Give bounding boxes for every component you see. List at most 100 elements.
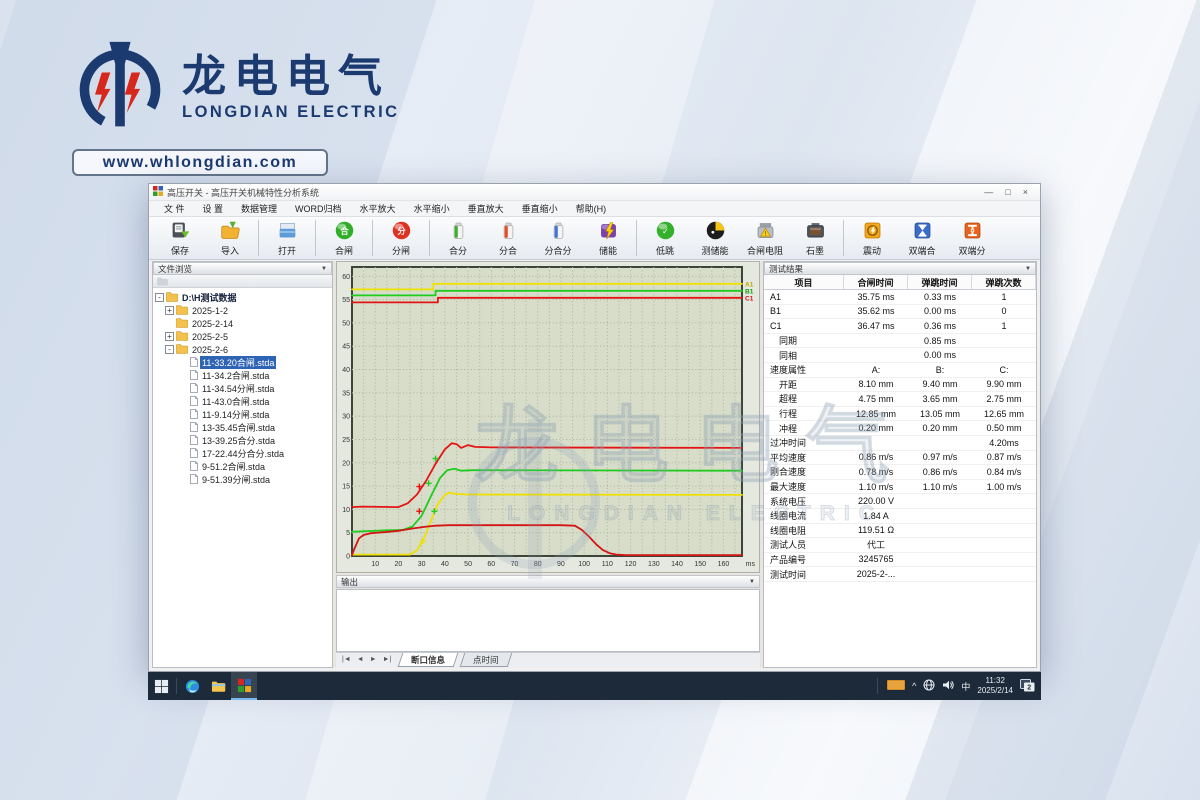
toolbar-button-coc[interactable]: 分合分 xyxy=(533,218,583,258)
toolbar-button-dual-open[interactable]: 双端分 xyxy=(947,218,997,258)
collapse-arrow-icon[interactable]: ▼ xyxy=(321,266,327,272)
tree-toggle-icon[interactable]: + xyxy=(165,306,174,315)
volume-icon[interactable] xyxy=(942,679,954,693)
tab-first-button[interactable]: |◄ xyxy=(339,653,354,663)
output-header[interactable]: 输出 ▼ xyxy=(336,575,760,588)
edge-browser-button[interactable] xyxy=(179,672,205,700)
menu-item-0[interactable]: 文 件 xyxy=(155,202,194,215)
tree-item-label: 9-51.39分闸.stda xyxy=(200,473,272,486)
menu-item-8[interactable]: 帮助(H) xyxy=(567,202,616,215)
tree-toggle-icon xyxy=(179,358,188,367)
toolbar-button-oc[interactable]: 分合 xyxy=(483,218,533,258)
results-cell: 9.40 mm xyxy=(908,379,972,389)
results-row: 系统电压220.00 V xyxy=(764,494,1036,509)
results-row-label: 同相 xyxy=(764,349,844,362)
tray-app-icon[interactable] xyxy=(887,680,905,692)
toolbar-button-graphite[interactable]: 石墨 xyxy=(790,218,840,258)
tree-folder-item[interactable]: +2025-2-5 xyxy=(155,330,330,343)
tree-folder-item[interactable]: 2025-2-14 xyxy=(155,317,330,330)
toolbar-button-label: 测储能 xyxy=(701,244,728,257)
svg-text:B1: B1 xyxy=(745,288,754,295)
results-row-label: 系统电压 xyxy=(764,495,844,508)
tree-file-item[interactable]: 11-34.54分闸.stda xyxy=(155,382,330,395)
tree-file-item[interactable]: 9-51.39分闸.stda xyxy=(155,473,330,486)
tab-next-button[interactable]: ► xyxy=(367,653,380,663)
toolbar-button-import[interactable]: 导入 xyxy=(205,218,255,258)
toolbar-button-vibration[interactable]: 震动 xyxy=(847,218,897,258)
menu-item-6[interactable]: 垂直放大 xyxy=(459,202,513,215)
tree-file-item[interactable]: 11-43.0合闸.stda xyxy=(155,395,330,408)
hidden-icons-chevron[interactable]: ^ xyxy=(912,681,916,691)
network-icon[interactable] xyxy=(923,679,935,693)
energy-icon xyxy=(598,220,619,243)
svg-text:150: 150 xyxy=(694,561,706,568)
tree-file-item[interactable]: 17-22.44分合分.stda xyxy=(155,447,330,460)
taskbar-clock[interactable]: 11:32 2025/2/14 xyxy=(977,676,1013,695)
menu-item-4[interactable]: 水平放大 xyxy=(351,202,405,215)
close-button[interactable]: × xyxy=(1023,187,1028,197)
menu-item-3[interactable]: WORD归档 xyxy=(286,202,351,215)
toolbar-button-co[interactable]: 合分 xyxy=(433,218,483,258)
toolbar-button-trip-op[interactable]: 分分闸 xyxy=(376,218,426,258)
tree-root-item[interactable]: -D:\H测试数据 xyxy=(155,291,330,304)
results-cell: 0.20 mm xyxy=(908,423,972,433)
tree-file-item[interactable]: 11-33.20合闸.stda xyxy=(155,356,330,369)
tab-prev-button[interactable]: ◄ xyxy=(354,653,367,663)
tree-toggle-icon[interactable]: - xyxy=(155,293,164,302)
file-browser-header[interactable]: 文件浏览 ▼ xyxy=(153,262,332,275)
tree-toggle-icon[interactable]: - xyxy=(165,345,174,354)
tree-file-item[interactable]: 9-51.2合闸.stda xyxy=(155,460,330,473)
menu-item-2[interactable]: 数据管理 xyxy=(232,202,286,215)
tree-folder-item[interactable]: +2025-1-2 xyxy=(155,304,330,317)
tree-file-item[interactable]: 13-39.25合分.stda xyxy=(155,434,330,447)
notification-center-icon[interactable]: 2 xyxy=(1020,679,1035,694)
results-cell: 0.20 mm xyxy=(844,423,908,433)
tree-file-item[interactable]: 11-9.14分闸.stda xyxy=(155,408,330,421)
tree-file-item[interactable]: 13-35.45合闸.stda xyxy=(155,421,330,434)
dual-close-icon xyxy=(912,220,933,243)
tree-item-label: 13-39.25合分.stda xyxy=(200,434,277,447)
tree-toggle-icon xyxy=(179,410,188,419)
collapse-arrow-icon[interactable]: ▼ xyxy=(1025,266,1031,272)
results-row: C136.47 ms0.36 ms1 xyxy=(764,319,1036,334)
results-cell: 12.85 mm xyxy=(844,409,908,419)
taskbar-divider xyxy=(176,678,177,694)
output-textarea[interactable] xyxy=(336,589,760,652)
menu-item-1[interactable]: 设 置 xyxy=(194,202,233,215)
toolbar-button-measure-energy[interactable]: 测储能 xyxy=(690,218,740,258)
results-row-label: C1 xyxy=(764,321,844,331)
tab-break-info[interactable]: 断口信息 xyxy=(398,653,459,667)
results-header[interactable]: 测试结果 ▼ xyxy=(764,262,1036,275)
file-explorer-button[interactable] xyxy=(205,672,231,700)
toolbar-button-resistor[interactable]: !合闸电阻 xyxy=(740,218,790,258)
ime-indicator[interactable]: 中 xyxy=(961,680,970,693)
taskbar: ^ 中 11:32 2025/2/14 2 xyxy=(148,672,1041,700)
maximize-button[interactable]: □ xyxy=(1005,187,1010,197)
menu-item-5[interactable]: 水平缩小 xyxy=(405,202,459,215)
tree-folder-item[interactable]: -2025-2-6 xyxy=(155,343,330,356)
file-icon xyxy=(190,448,200,460)
results-row: 测试人员代工 xyxy=(764,538,1036,553)
toolbar-button-energy[interactable]: 储能 xyxy=(583,218,633,258)
toolbar-button-save[interactable]: 保存 xyxy=(155,218,205,258)
resistor-icon: ! xyxy=(755,220,776,243)
menu-item-7[interactable]: 垂直缩小 xyxy=(513,202,567,215)
oc-icon xyxy=(498,220,519,243)
toolbar-button-dual-close[interactable]: 双端合 xyxy=(897,218,947,258)
toolbar-button-close-op[interactable]: 合合闸 xyxy=(319,218,369,258)
file-icon xyxy=(190,409,200,421)
tab-last-button[interactable]: ►| xyxy=(380,653,395,663)
toolbar-button-lowtrip[interactable]: ✓低跳 xyxy=(640,218,690,258)
tab-point-time[interactable]: 点时间 xyxy=(460,653,512,667)
minimize-button[interactable]: — xyxy=(984,187,993,197)
results-cell: 36.47 ms xyxy=(844,321,908,331)
svg-text:15: 15 xyxy=(342,484,350,491)
tree-toggle-icon[interactable]: + xyxy=(165,332,174,341)
analysis-app-taskbar-button[interactable] xyxy=(231,672,257,700)
window-titlebar[interactable]: 高压开关 - 高压开关机械特性分析系统 — □ × xyxy=(149,184,1040,201)
tree-file-item[interactable]: 11-34.2合闸.stda xyxy=(155,369,330,382)
collapse-arrow-icon[interactable]: ▼ xyxy=(749,579,755,585)
folder-icon xyxy=(176,344,190,356)
start-button[interactable] xyxy=(148,672,174,700)
toolbar-button-open[interactable]: 打开 xyxy=(262,218,312,258)
